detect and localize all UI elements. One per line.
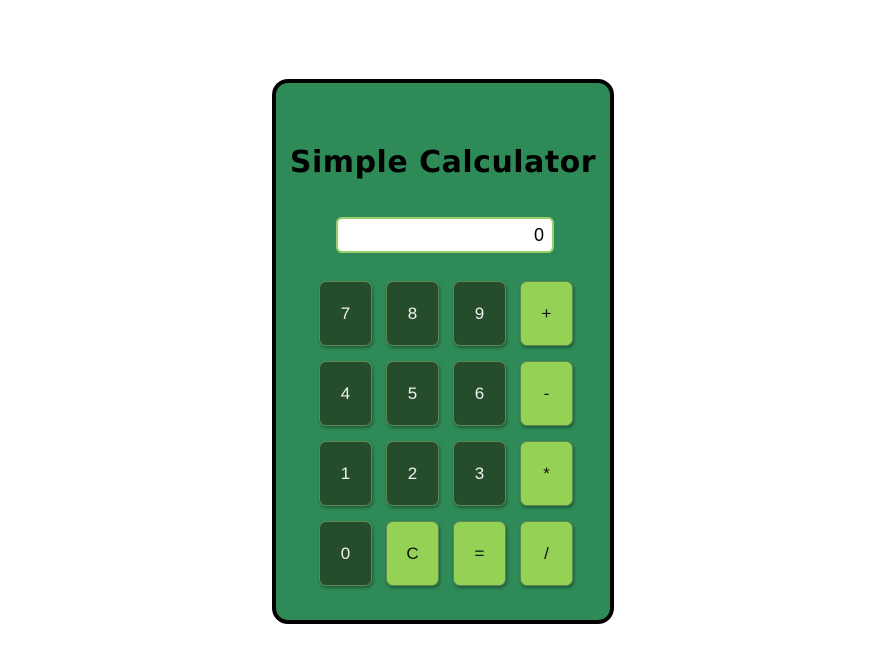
- key-6-button[interactable]: 6: [453, 361, 506, 426]
- equals-button[interactable]: =: [453, 521, 506, 586]
- key-5-button[interactable]: 5: [386, 361, 439, 426]
- key-4-button[interactable]: 4: [319, 361, 372, 426]
- key-3-button[interactable]: 3: [453, 441, 506, 506]
- page-title: Simple Calculator: [289, 145, 597, 180]
- divide-button[interactable]: /: [520, 521, 573, 586]
- plus-button[interactable]: +: [520, 281, 573, 346]
- key-2-button[interactable]: 2: [386, 441, 439, 506]
- key-9-button[interactable]: 9: [453, 281, 506, 346]
- key-7-button[interactable]: 7: [319, 281, 372, 346]
- clear-button[interactable]: C: [386, 521, 439, 586]
- minus-button[interactable]: -: [520, 361, 573, 426]
- calculator-body: Simple Calculator 7 8 9 + 4 5 6 - 1 2 3 …: [272, 79, 614, 624]
- result-display[interactable]: [336, 217, 554, 253]
- multiply-button[interactable]: *: [520, 441, 573, 506]
- key-1-button[interactable]: 1: [319, 441, 372, 506]
- key-8-button[interactable]: 8: [386, 281, 439, 346]
- key-0-button[interactable]: 0: [319, 521, 372, 586]
